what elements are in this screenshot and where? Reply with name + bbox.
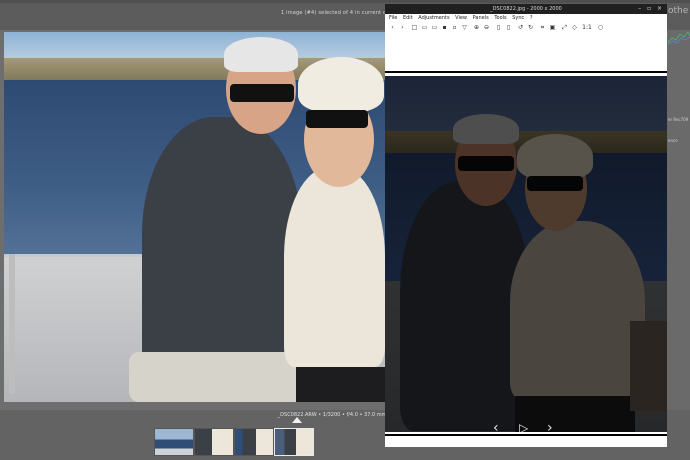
main-photo[interactable] [4,32,385,402]
right-panel [667,30,690,410]
top-strip [0,0,690,3]
thumbnail-1[interactable] [154,428,194,456]
open-folder-icon[interactable]: ▭ [431,24,438,31]
menu-panels[interactable]: Panels [473,14,489,22]
thumbnail-3[interactable] [234,428,274,456]
next-icon[interactable]: › [399,24,406,31]
viewer-blank-top [385,34,667,71]
save-icon[interactable]: ▪ [441,24,448,31]
rotate-left-icon[interactable]: ↺ [517,24,524,31]
menu-adjustments[interactable]: Adjustments [418,14,449,22]
right-panel-title: othe [668,6,689,16]
viewer-photo[interactable] [385,76,667,432]
thumbnail-4-selected[interactable] [274,428,314,456]
one-to-one-icon[interactable]: 1:1 [581,24,593,31]
resize-icon[interactable]: ▣ [549,24,556,31]
menu-sync[interactable]: Sync [512,14,524,22]
menu-help[interactable]: ? [530,14,533,22]
menu-file[interactable]: File [389,14,397,22]
actual-size-icon[interactable]: ◇ [571,24,578,31]
menu-edit[interactable]: Edit [403,14,413,22]
viewer-menubar: File Edit Adjustments View Panels Tools … [385,14,667,22]
info-icon[interactable]: ○ [597,24,604,31]
save-as-icon[interactable]: ▫ [451,24,458,31]
paste-icon[interactable]: ▯ [505,24,512,31]
menu-view[interactable]: View [455,14,467,22]
image-viewer-window[interactable]: _DSC0822.jpg - 2000 x 2000 – ▫ × File Ed… [385,4,667,447]
viewer-blank-bottom [385,436,667,447]
window-controls[interactable]: – ▫ × [638,4,664,14]
viewer-title: _DSC0822.jpg - 2000 x 2000 [490,6,562,12]
prev-icon[interactable]: ‹ [389,24,396,31]
viewer-titlebar[interactable]: _DSC0822.jpg - 2000 x 2000 – ▫ × [385,4,667,14]
histogram [668,31,690,45]
filmstrip-marker [292,417,302,423]
zoom-out-icon[interactable]: ⊖ [483,24,490,31]
filter-icon[interactable]: ▽ [461,24,468,31]
zoom-in-icon[interactable]: ⊕ [473,24,480,31]
rotate-right-icon[interactable]: ↻ [527,24,534,31]
thumbnail-2[interactable] [194,428,234,456]
new-icon[interactable]: □ [411,24,418,31]
copy-icon[interactable]: ▯ [495,24,502,31]
open-icon[interactable]: ▭ [421,24,428,31]
fit-icon[interactable]: ⤢ [561,24,568,31]
menu-tools[interactable]: Tools [494,14,506,22]
crop-icon[interactable]: ⌗ [539,24,546,31]
right-panel-line-2: ence [668,138,678,143]
right-panel-line-1: er Rec709 [668,117,689,122]
